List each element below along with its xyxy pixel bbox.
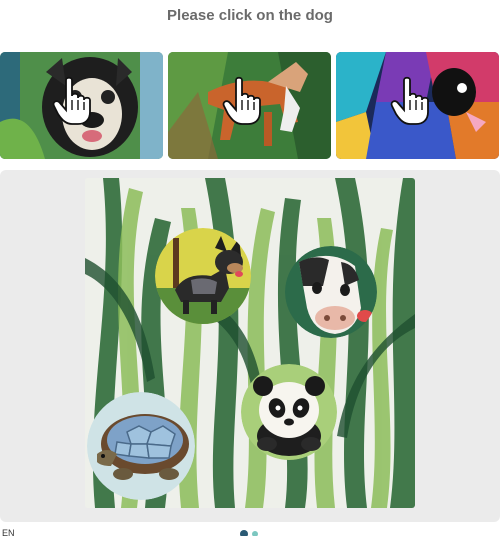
cow-tile[interactable] bbox=[285, 246, 377, 338]
captcha-widget: Please click on the dog EN bbox=[0, 0, 500, 536]
turtle-image bbox=[87, 392, 195, 500]
challenge-board bbox=[0, 170, 500, 522]
challenge-image bbox=[85, 178, 415, 508]
hand-pointer-icon bbox=[52, 76, 91, 125]
dog-tile[interactable] bbox=[155, 228, 251, 324]
example-dog-portrait bbox=[0, 52, 163, 159]
prompt-text: Please click on the dog bbox=[167, 7, 333, 24]
brand-logo-dot bbox=[240, 530, 248, 536]
panda-tile[interactable] bbox=[241, 364, 337, 460]
footer: EN bbox=[0, 526, 500, 536]
example-images bbox=[0, 52, 500, 160]
brand-logo-dot-small bbox=[252, 531, 258, 536]
hand-pointer-icon bbox=[390, 76, 429, 125]
dog-image bbox=[155, 228, 251, 324]
example-dog-running bbox=[168, 52, 331, 159]
hand-pointer-icon bbox=[222, 76, 261, 125]
language-selector[interactable]: EN bbox=[2, 528, 15, 536]
turtle-tile[interactable] bbox=[87, 392, 195, 500]
cow-image bbox=[285, 246, 377, 338]
example-dog-abstract bbox=[336, 52, 499, 159]
panda-image bbox=[241, 364, 337, 460]
